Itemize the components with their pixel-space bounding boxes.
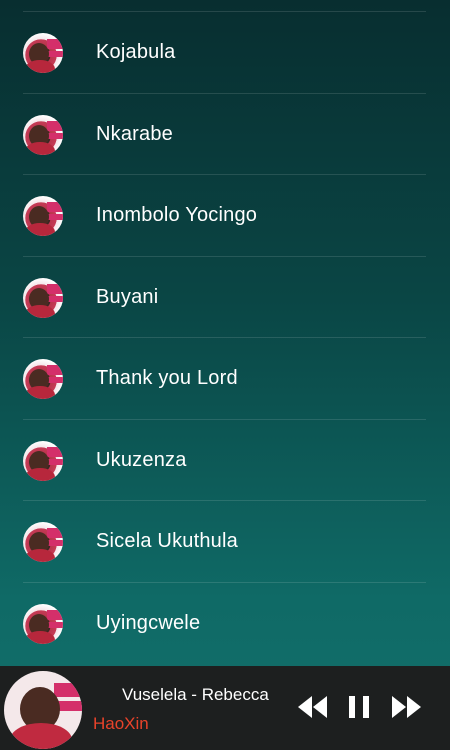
track-title: Kojabula	[96, 41, 176, 63]
album-art-thumbnail	[23, 32, 63, 73]
list-item[interactable]: Ukuzenza	[23, 419, 426, 501]
album-art-thumbnail	[23, 195, 63, 236]
album-art-thumbnail	[23, 277, 63, 318]
track-title: Uyingcwele	[96, 612, 201, 634]
list-item[interactable]: Uyingcwele	[23, 582, 426, 664]
list-item[interactable]: Buyani	[23, 256, 426, 338]
rewind-icon[interactable]	[298, 696, 328, 718]
now-playing-title: Vuselela - Rebecca	[122, 685, 269, 704]
list-item[interactable]: Kojabula	[23, 11, 426, 93]
track-title: Buyani	[96, 286, 159, 308]
list-item[interactable]: Thank you Lord	[23, 337, 426, 419]
list-item[interactable]: Nkarabe	[23, 93, 426, 175]
track-title: Sicela Ukuthula	[96, 530, 238, 552]
list-item[interactable]: Sicela Ukuthula	[23, 500, 426, 582]
track-title: Ukuzenza	[96, 449, 187, 471]
track-title: Nkarabe	[96, 123, 173, 145]
track-title: Inombolo Yocingo	[96, 204, 258, 226]
now-playing-bar[interactable]: Vuselela - Rebecca HaoXin	[0, 666, 450, 750]
track-list: Kojabula Nkarabe Inombolo Yocingo Buyani…	[0, 0, 450, 666]
album-art-thumbnail	[23, 114, 63, 155]
list-item[interactable]: Inombolo Yocingo	[23, 174, 426, 256]
album-art-thumbnail	[23, 358, 63, 399]
fast-forward-icon[interactable]	[391, 696, 421, 718]
track-title: Thank you Lord	[96, 367, 238, 389]
album-art-thumbnail	[23, 603, 63, 644]
pause-icon[interactable]	[348, 696, 370, 718]
now-playing-album-art[interactable]	[4, 671, 82, 749]
album-art-thumbnail	[23, 440, 63, 481]
now-playing-artist: HaoXin	[93, 714, 149, 733]
album-art-thumbnail	[23, 521, 63, 562]
